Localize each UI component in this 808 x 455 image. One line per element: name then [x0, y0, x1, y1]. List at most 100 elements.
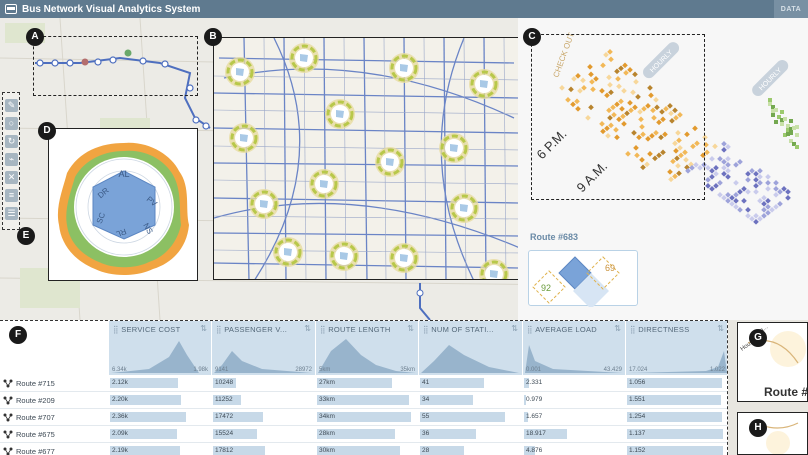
marker-a: A [26, 28, 44, 46]
route-branch-icon [3, 430, 13, 439]
network-map-canvas[interactable] [214, 38, 519, 280]
pencil-tool-icon[interactable]: ✎ [5, 99, 18, 112]
table-cell: 36 [420, 429, 517, 440]
station-glyph[interactable] [469, 69, 499, 99]
table-row[interactable]: Route #707 2.36k 17472 34km 55 1.657 1.254 [0, 409, 727, 426]
route-name[interactable]: Route #707 [16, 413, 55, 422]
table-cell: 41 [420, 378, 517, 389]
cell-value: 1.551 [629, 396, 646, 403]
table-cell: 1.657 [524, 412, 621, 423]
station-glyph[interactable] [249, 189, 279, 219]
station-glyph[interactable] [329, 241, 359, 271]
cell-value: 2.19k [112, 447, 128, 454]
station-glyph[interactable] [439, 133, 469, 163]
station-glyph[interactable] [479, 259, 509, 280]
cell-value: 33km [319, 396, 335, 403]
cell-value: 1.056 [629, 379, 646, 386]
radar-panel[interactable]: AL PV NS RL SC DR [48, 128, 198, 281]
column-header-average-load[interactable]: AVERAGE LOAD⇅ 0.00143.429 [522, 321, 625, 375]
cell-value: 18.917 [526, 430, 546, 437]
table-cell: 2.19k [110, 446, 207, 455]
table-cell: 28km [317, 429, 414, 440]
cell-value: 15524 [215, 430, 234, 437]
route-card-value-left: 92 [541, 283, 551, 293]
list-tool-icon[interactable]: ☰ [5, 207, 18, 220]
route-card[interactable]: 69 92 [528, 250, 638, 309]
table-cell: 34 [420, 395, 517, 406]
route-detail-card[interactable]: Hou... Guan... Route #69 [737, 322, 808, 402]
cell-value: 1.152 [629, 447, 646, 454]
station-glyph[interactable] [375, 147, 405, 177]
radar-axis-al: AL [118, 169, 129, 179]
route-branch-icon [3, 396, 13, 405]
cell-value: 36 [422, 430, 430, 437]
route-detail-card-2[interactable] [737, 412, 808, 455]
table-row[interactable]: Route #715 2.12k 10248 27km 41 2.331 1.056 [0, 375, 727, 392]
cell-value: 41 [422, 379, 430, 386]
link-tool-icon[interactable]: ⌁ [5, 153, 18, 166]
station-glyph[interactable] [225, 57, 255, 87]
route-name[interactable]: Route #209 [16, 396, 55, 405]
table-cell: 10248 [213, 378, 310, 389]
cell-value: 28km [319, 430, 335, 437]
route-name[interactable]: Route #675 [16, 430, 55, 439]
data-tab[interactable]: DATA [774, 0, 808, 18]
station-glyph[interactable] [449, 193, 479, 223]
route-name[interactable]: Route #677 [16, 447, 55, 455]
table-cell: 2.331 [524, 378, 621, 389]
app-title: Bus Network Visual Analytics System [22, 3, 201, 15]
table-cell: 2.36k [110, 412, 207, 423]
cell-value: 34 [422, 396, 430, 403]
marker-f: F [9, 326, 27, 344]
refresh-tool-icon[interactable]: ↻ [5, 135, 18, 148]
station-glyph[interactable] [229, 123, 259, 153]
circle-tool-icon[interactable]: ○ [5, 117, 18, 130]
cell-value: 27km [319, 379, 335, 386]
column-min: 5km [319, 367, 331, 373]
station-glyph[interactable] [273, 237, 303, 267]
table-cell: 18.917 [524, 429, 621, 440]
cell-value: 17472 [215, 413, 234, 420]
table-cell: 2.09k [110, 429, 207, 440]
table-cell: 11252 [213, 395, 310, 406]
column-header-directness[interactable]: DIRECTNESS⇅ 17.0241.022 [625, 321, 727, 375]
route-card-title: Route #683 [530, 232, 579, 242]
table-cell: 28 [420, 446, 517, 455]
station-glyph[interactable] [325, 99, 355, 129]
table-row[interactable]: Route #209 2.20k 11252 33km 34 0.979 1.551 [0, 392, 727, 409]
route-card-value-right: 69 [605, 263, 615, 273]
table-cell: 2.20k [110, 395, 207, 406]
cell-value: 2.36k [112, 413, 128, 420]
cell-value: 10248 [215, 379, 234, 386]
table-cell: 1.137 [627, 429, 724, 440]
route-metrics-table[interactable]: SERVICE COST⇅ 6.34k1.98k PASSENGER V...⇅… [0, 320, 728, 455]
route-branch-icon [3, 379, 13, 388]
station-glyph[interactable] [389, 53, 419, 83]
table-row[interactable]: Route #675 2.09k 15524 28km 36 18.917 1.137 [0, 426, 727, 443]
station-glyph[interactable] [289, 43, 319, 73]
route-overview-box[interactable] [33, 36, 198, 96]
close-tool-icon[interactable]: ✕ [5, 171, 18, 184]
column-header-passenger-volume[interactable]: PASSENGER V...⇅ 914128972 [211, 321, 315, 375]
cell-value: 55 [422, 413, 430, 420]
table-cell: 0.979 [524, 395, 621, 406]
cell-value: 1.657 [526, 413, 543, 420]
table-cell: 2.12k [110, 378, 207, 389]
table-cell: 1.551 [627, 395, 724, 406]
station-glyph[interactable] [389, 243, 419, 273]
table-row[interactable]: Route #677 2.19k 17812 30km 28 4.876 1.152 [0, 443, 727, 455]
marker-d: D [38, 122, 56, 140]
table-cell: 4.876 [524, 446, 621, 455]
column-header-service-cost[interactable]: SERVICE COST⇅ 6.34k1.98k [108, 321, 211, 375]
cell-value: 2.331 [526, 379, 543, 386]
marker-g: G [749, 329, 767, 347]
route-name[interactable]: Route #715 [16, 379, 55, 388]
column-header-num-stations[interactable]: NUM OF STATI...⇅ [418, 321, 522, 375]
layers-tool-icon[interactable]: ≡ [5, 189, 18, 202]
network-map-panel[interactable] [213, 37, 519, 280]
table-cell: 27km [317, 378, 414, 389]
heatmap-focus-box[interactable] [531, 34, 705, 200]
title-bar: Bus Network Visual Analytics System DATA [0, 0, 808, 18]
column-header-route-length[interactable]: ROUTE LENGTH⇅ 5km35km [315, 321, 418, 375]
station-glyph[interactable] [309, 169, 339, 199]
